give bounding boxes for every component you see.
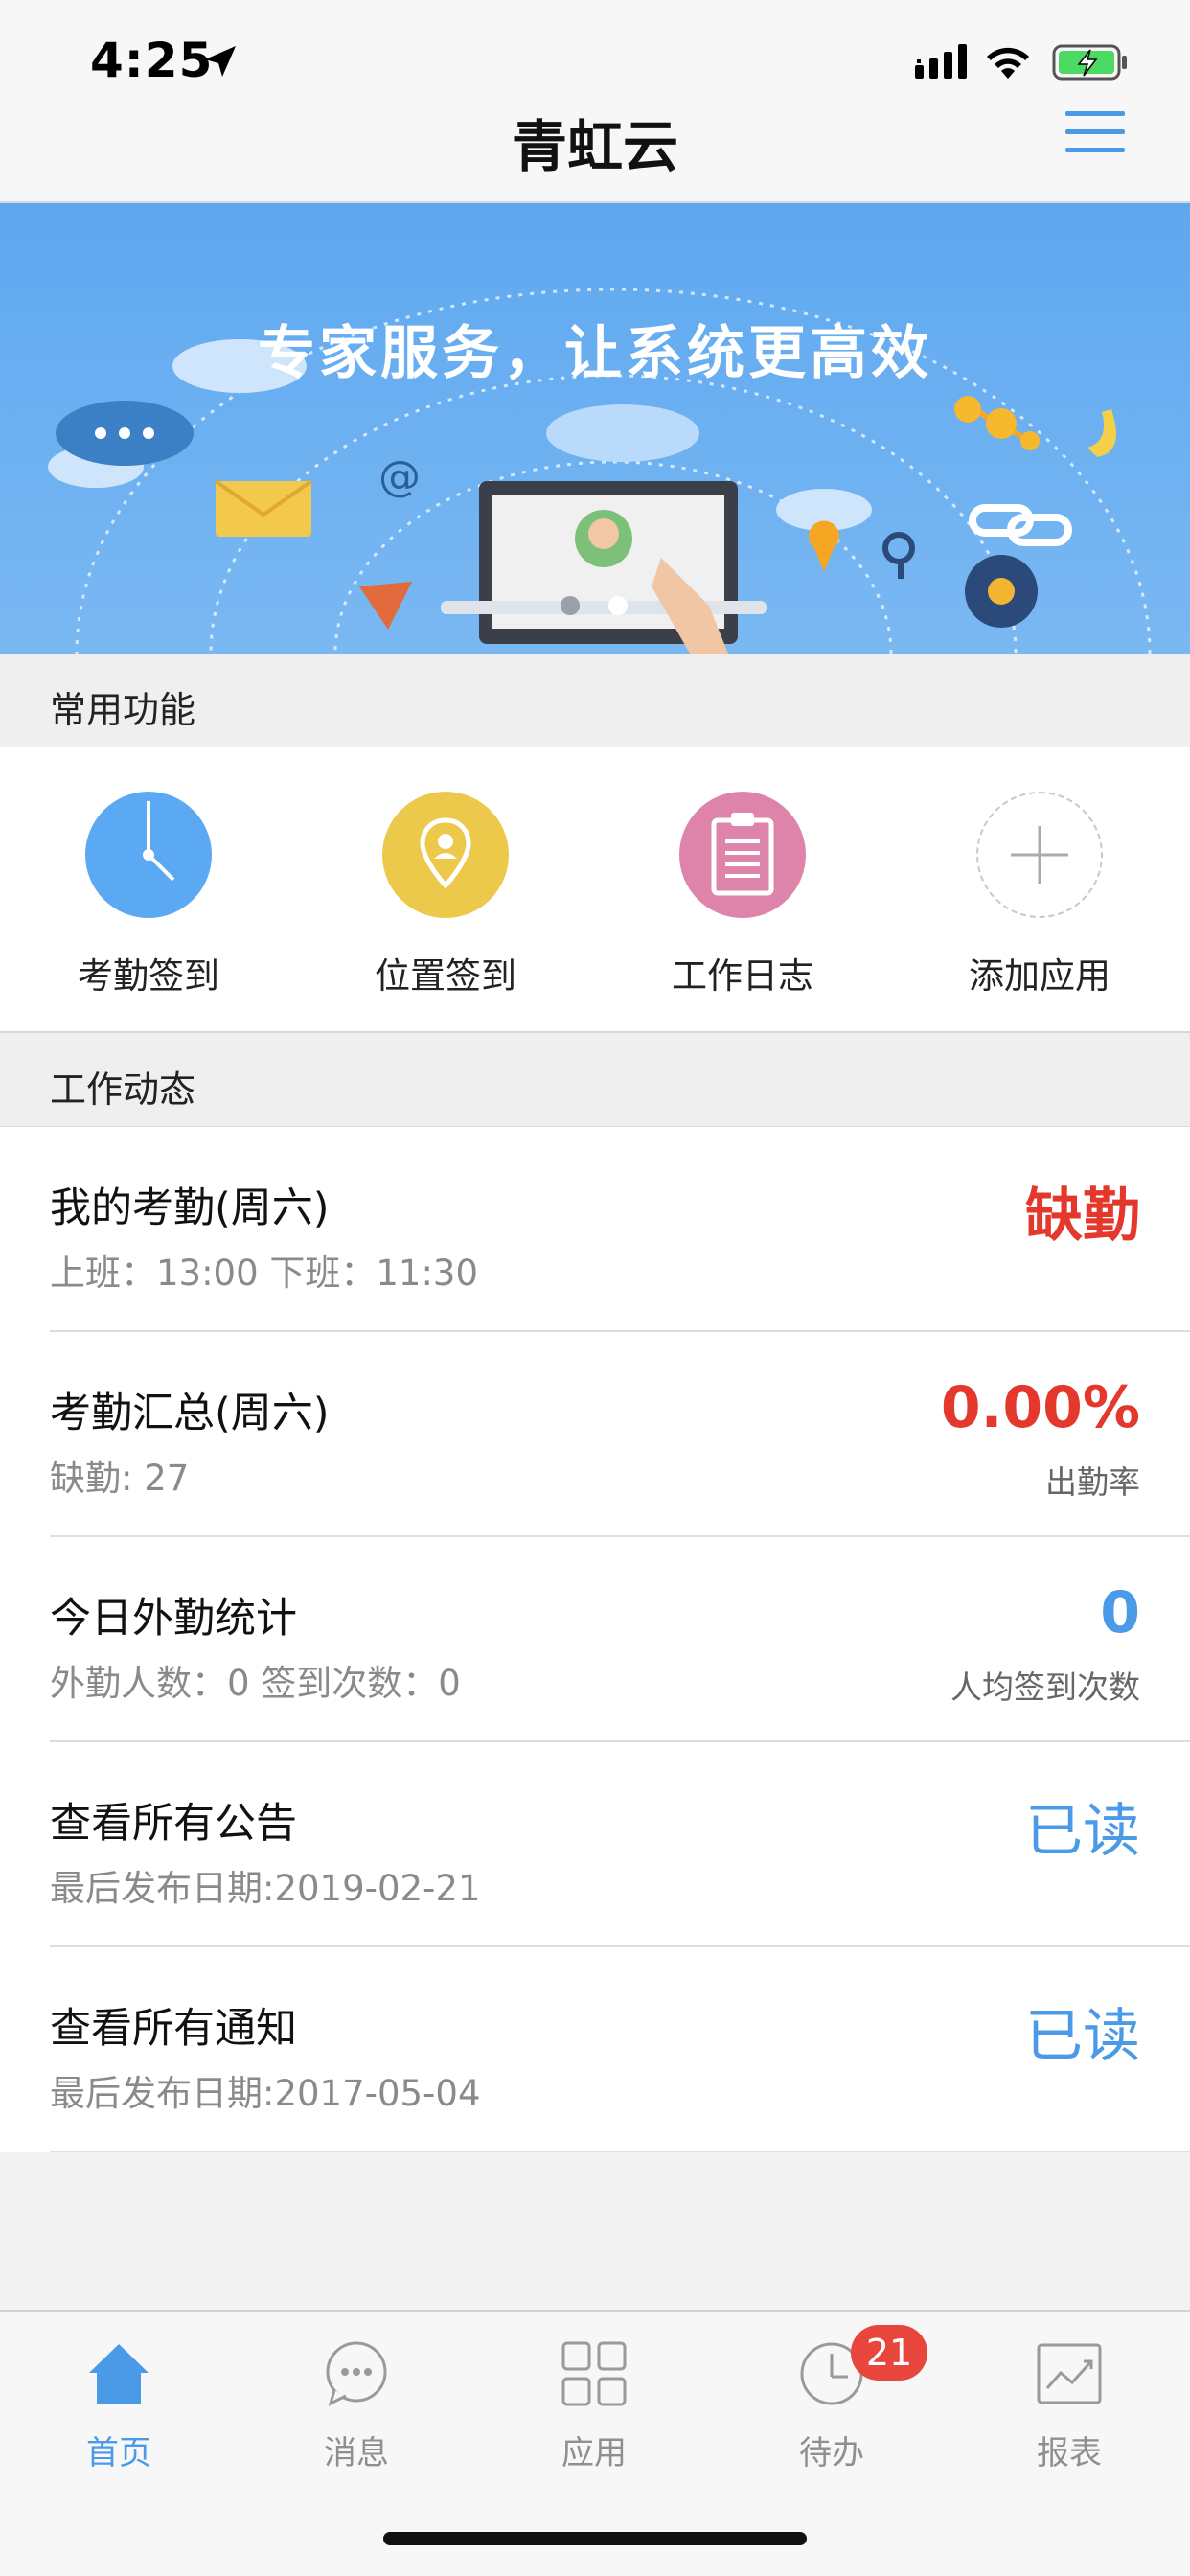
feed-row-value-caption: 人均签到次数: [950, 1668, 1140, 1706]
plus-icon: [976, 792, 1103, 918]
feed-row-subtitle: 缺勤: 27: [50, 1458, 190, 1499]
section-title: 工作动态: [50, 1069, 196, 1111]
tab-label: 待办: [799, 2434, 864, 2472]
menu-icon[interactable]: [1065, 111, 1125, 157]
tab-reports[interactable]: 报表: [950, 2331, 1188, 2484]
quick-item-location-checkin[interactable]: 位置签到: [297, 792, 594, 1022]
feed-row-subtitle: 上班：13:00 下班：11:30: [50, 1253, 479, 1294]
wifi-icon: [987, 47, 1029, 79]
todo-count-badge: 21: [851, 2325, 927, 2380]
navigation-bar: 青虹云: [0, 96, 1190, 203]
feed-row-my-attendance[interactable]: 我的考勤(周六) 上班：13:00 下班：11:30 缺勤: [0, 1127, 1190, 1332]
tab-label: 报表: [1037, 2434, 1102, 2472]
apps-grid-icon: [561, 2341, 627, 2406]
banner-slogan: 专家服务，让系统更高效: [258, 320, 932, 387]
quick-functions: 考勤签到 位置签到 工作日志 添加应用: [0, 748, 1190, 1033]
chart-icon: [1037, 2343, 1102, 2404]
feed-row-title: 今日外勤统计: [50, 1595, 297, 1643]
promo-banner[interactable]: @ 专家服务，让系统更高效: [0, 203, 1190, 654]
feed-row-title: 我的考勤(周六): [50, 1184, 330, 1232]
home-icon: [89, 2344, 149, 2404]
feed-row-status: 已读: [1025, 2003, 1140, 2070]
svg-text:@: @: [378, 452, 421, 501]
section-header-work-feed: 工作动态: [0, 1033, 1190, 1127]
clock-icon: [85, 792, 212, 918]
section-title: 常用功能: [50, 689, 196, 731]
quick-item-label: 添加应用: [969, 955, 1110, 997]
tab-label: 消息: [324, 2434, 389, 2472]
status-time: 4:25: [90, 33, 214, 88]
page-title: 青虹云: [511, 114, 678, 179]
divider: [50, 2150, 1190, 2152]
feed-row-value: 0: [1100, 1579, 1140, 1646]
feed-row-subtitle: 外勤人数：0 签到次数：0: [50, 1663, 461, 1704]
feed-row-attendance-summary[interactable]: 考勤汇总(周六) 缺勤: 27 0.00% 出勤率: [0, 1332, 1190, 1537]
feed-row-title: 查看所有通知: [50, 2005, 297, 2053]
clipboard-icon: [679, 792, 806, 918]
feed-row-status: 缺勤: [1025, 1183, 1140, 1250]
quick-item-label: 位置签到: [375, 955, 516, 997]
feed-row-subtitle: 最后发布日期:2017-05-04: [50, 2073, 481, 2114]
quick-item-label: 考勤签到: [78, 955, 219, 997]
battery-charging-icon: [1052, 44, 1127, 80]
feed-row-subtitle: 最后发布日期:2019-02-21: [50, 1868, 481, 1909]
location-arrow-icon: [205, 46, 236, 77]
section-header-common: 常用功能: [0, 654, 1190, 748]
quick-item-work-log[interactable]: 工作日志: [594, 792, 891, 1022]
feed-row-notifications[interactable]: 查看所有通知 最后发布日期:2017-05-04 已读: [0, 1947, 1190, 2152]
feed-row-title: 考勤汇总(周六): [50, 1390, 330, 1438]
tab-label: 首页: [86, 2434, 151, 2472]
tab-home[interactable]: 首页: [0, 2331, 238, 2484]
feed-row-field-stats[interactable]: 今日外勤统计 外勤人数：0 签到次数：0 0 人均签到次数: [0, 1537, 1190, 1742]
location-pin-icon: [382, 792, 509, 918]
quick-item-attendance[interactable]: 考勤签到: [0, 792, 297, 1022]
tab-apps[interactable]: 应用: [475, 2331, 713, 2484]
feed-row-announcements[interactable]: 查看所有公告 最后发布日期:2019-02-21 已读: [0, 1742, 1190, 1947]
chat-bubble-icon: [326, 2341, 387, 2406]
quick-item-add-app[interactable]: 添加应用: [891, 792, 1188, 1022]
tab-label: 应用: [561, 2434, 627, 2472]
feed-row-value-caption: 出勤率: [1045, 1463, 1140, 1501]
tab-messages[interactable]: 消息: [238, 2331, 475, 2484]
cellular-signal-icon: [915, 44, 967, 79]
feed-row-status: 已读: [1025, 1798, 1140, 1865]
quick-item-label: 工作日志: [672, 955, 813, 997]
banner-illustration: @: [48, 288, 1152, 654]
work-feed-list: 我的考勤(周六) 上班：13:00 下班：11:30 缺勤 考勤汇总(周六) 缺…: [0, 1127, 1190, 2152]
feed-row-value: 0.00%: [940, 1374, 1140, 1441]
home-indicator[interactable]: [383, 2532, 807, 2545]
feed-row-title: 查看所有公告: [50, 1800, 297, 1848]
